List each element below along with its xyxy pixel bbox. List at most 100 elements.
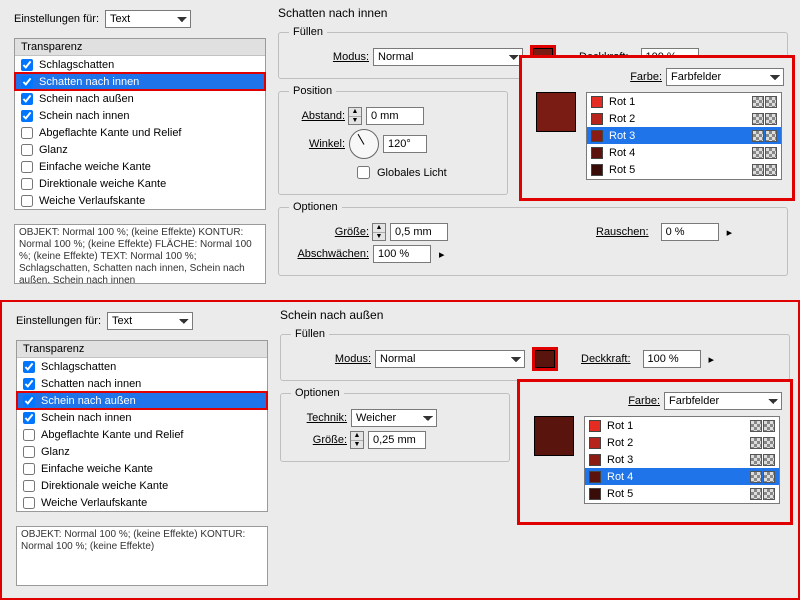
size-input[interactable]: [390, 223, 448, 241]
color-item-icons: [752, 96, 777, 108]
color-type-icon: [765, 130, 777, 142]
global-light-checkbox[interactable]: [357, 166, 370, 179]
color-swatch-icon: [589, 420, 601, 432]
transparency-item[interactable]: Einfache weiche Kante: [15, 158, 265, 175]
slider-arrow-icon[interactable]: ▸: [439, 248, 445, 261]
color-swatch-list[interactable]: Rot 1 Rot 2Rot 3Rot 4Rot 5: [584, 416, 780, 504]
color-swatch-list[interactable]: Rot 1 Rot 2 Rot 3Rot 4Rot 5: [586, 92, 782, 180]
transparency-item[interactable]: Abgeflachte Kante und Relief: [15, 124, 265, 141]
color-type-icon: [765, 113, 777, 125]
color-item[interactable]: Rot 4: [585, 468, 779, 485]
transparency-item[interactable]: Abgeflachte Kante und Relief: [17, 426, 267, 443]
transparency-item[interactable]: Schlagschatten: [17, 358, 267, 375]
transparency-checkbox[interactable]: [21, 93, 33, 105]
transparency-checkbox[interactable]: [21, 144, 33, 156]
spinner[interactable]: ▲▼: [348, 107, 362, 125]
spinner-up[interactable]: ▲: [373, 224, 385, 233]
transparency-checkbox[interactable]: [23, 361, 35, 373]
choke-input[interactable]: [373, 245, 431, 263]
color-item[interactable]: Rot 3: [585, 451, 779, 468]
color-type-select[interactable]: Farbfelder: [664, 392, 782, 410]
spinner[interactable]: ▲▼: [372, 223, 386, 241]
transparency-item[interactable]: Schatten nach innen: [15, 73, 265, 90]
transparency-item[interactable]: Weiche Verlaufskante: [17, 494, 267, 511]
transparency-item[interactable]: Direktionale weiche Kante: [17, 477, 267, 494]
color-swatch-button[interactable]: [535, 350, 555, 368]
transparency-checkbox[interactable]: [21, 161, 33, 173]
angle-input[interactable]: [383, 135, 427, 153]
transparency-checkbox[interactable]: [21, 59, 33, 71]
transparency-checkbox[interactable]: [23, 429, 35, 441]
transparency-item[interactable]: Direktionale weiche Kante: [15, 175, 265, 192]
color-item[interactable]: Rot 5: [585, 485, 779, 502]
color-item-label: Rot 2: [609, 113, 635, 125]
transparency-item[interactable]: Schein nach außen: [17, 392, 267, 409]
color-item[interactable]: Rot 3: [587, 127, 781, 144]
transparency-item[interactable]: Glanz: [15, 141, 265, 158]
transparency-checkbox[interactable]: [23, 446, 35, 458]
settings-for-label: Einstellungen für:: [16, 315, 101, 327]
transparency-checkbox[interactable]: [21, 178, 33, 190]
settings-for-select[interactable]: Text: [107, 312, 193, 330]
mode-select[interactable]: Normal: [373, 48, 523, 66]
transparency-item-label: Schlagschatten: [39, 59, 114, 71]
transparency-item-label: Schlagschatten: [41, 361, 116, 373]
transparency-checkbox[interactable]: [23, 395, 35, 407]
spinner-down[interactable]: ▼: [351, 441, 363, 449]
transparency-item[interactable]: Schein nach innen: [15, 107, 265, 124]
noise-input[interactable]: [661, 223, 719, 241]
transparency-item[interactable]: Glanz: [17, 443, 267, 460]
position-legend: Position: [289, 85, 336, 97]
color-type-icon: [763, 454, 775, 466]
color-item-icons: [752, 130, 777, 142]
spinner[interactable]: ▲▼: [350, 431, 364, 449]
color-type-select[interactable]: Farbfelder: [666, 68, 784, 86]
angle-dial[interactable]: [349, 129, 379, 159]
size-label: Größe:: [291, 434, 347, 446]
color-swatch-icon: [591, 96, 603, 108]
color-preview-swatch[interactable]: [536, 92, 576, 132]
transparency-checkbox[interactable]: [23, 480, 35, 492]
transparency-item[interactable]: Schatten nach innen: [17, 375, 267, 392]
transparency-item-label: Weiche Verlaufskante: [41, 497, 147, 509]
color-item-label: Rot 1: [607, 420, 633, 432]
transparency-checkbox[interactable]: [21, 76, 33, 88]
transparency-checkbox[interactable]: [23, 497, 35, 509]
color-type-icon: [752, 164, 764, 176]
spinner-up[interactable]: ▲: [349, 108, 361, 117]
mode-label: Modus:: [291, 353, 371, 365]
color-item[interactable]: Rot 4: [587, 144, 781, 161]
transparency-checkbox[interactable]: [21, 127, 33, 139]
transparency-checkbox[interactable]: [23, 412, 35, 424]
transparency-item[interactable]: Einfache weiche Kante: [17, 460, 267, 477]
opacity-input[interactable]: [643, 350, 701, 368]
spinner-down[interactable]: ▼: [349, 117, 361, 125]
color-item-icons: [750, 420, 775, 432]
transparency-item[interactable]: Schlagschatten: [15, 56, 265, 73]
settings-for-select[interactable]: Text: [105, 10, 191, 28]
color-item[interactable]: Rot 2: [585, 434, 779, 451]
transparency-item[interactable]: Schein nach innen: [17, 409, 267, 426]
transparency-item[interactable]: Weiche Verlaufskante: [15, 192, 265, 209]
distance-input[interactable]: [366, 107, 424, 125]
technique-select[interactable]: Weicher: [351, 409, 437, 427]
size-input[interactable]: [368, 431, 426, 449]
slider-arrow-icon[interactable]: ▸: [727, 226, 733, 239]
transparency-checkbox[interactable]: [23, 463, 35, 475]
transparency-checkbox[interactable]: [21, 195, 33, 207]
distance-label: Abstand:: [289, 110, 345, 122]
transparency-checkbox[interactable]: [21, 110, 33, 122]
slider-arrow-icon[interactable]: ▸: [709, 353, 715, 366]
transparency-item[interactable]: Schein nach außen: [15, 90, 265, 107]
color-type-icon: [750, 437, 762, 449]
color-item[interactable]: Rot 2: [587, 110, 781, 127]
color-item[interactable]: Rot 1: [587, 93, 781, 110]
spinner-down[interactable]: ▼: [373, 233, 385, 241]
color-item[interactable]: Rot 5: [587, 161, 781, 178]
color-item[interactable]: Rot 1: [585, 417, 779, 434]
color-preview-swatch[interactable]: [534, 416, 574, 456]
color-type-icon: [750, 420, 762, 432]
spinner-up[interactable]: ▲: [351, 432, 363, 441]
mode-select[interactable]: Normal: [375, 350, 525, 368]
transparency-checkbox[interactable]: [23, 378, 35, 390]
